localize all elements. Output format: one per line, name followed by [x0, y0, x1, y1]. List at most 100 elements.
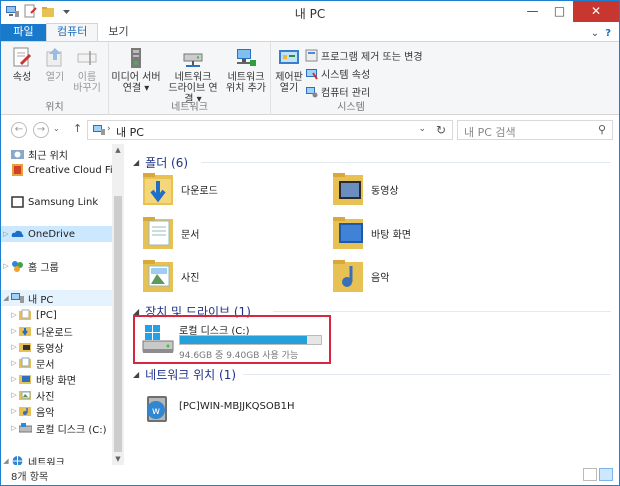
computer-management-button[interactable]: 컴퓨터 관리 [305, 84, 370, 99]
nav-item-creative-cloud[interactable]: Creative Cloud Fi [1, 162, 113, 178]
expand-chevron-icon[interactable]: ▷ [1, 230, 11, 238]
collapse-chevron-icon[interactable]: ◢ [1, 294, 11, 302]
forward-button[interactable]: → [33, 122, 49, 138]
expand-chevron-icon[interactable]: ▷ [9, 311, 19, 319]
nav-item-pictures[interactable]: ▷ 사진 [1, 387, 113, 403]
tab-file[interactable]: 파일 [1, 24, 46, 41]
nav-item-local-disk[interactable]: ▷ 로컬 디스크 (C:) [1, 420, 113, 436]
tab-view[interactable]: 보기 [98, 24, 138, 41]
media-server-button[interactable]: 미디어 서버 연결 ▾ [111, 46, 161, 94]
pc-folder-icon [19, 309, 32, 321]
maximize-button[interactable]: □ [546, 1, 573, 22]
uninstall-icon [305, 49, 318, 62]
address-history-chevron-icon[interactable]: ⌄ [418, 124, 426, 134]
nav-item-label: 홈 그룹 [28, 262, 59, 274]
rename-button[interactable]: 이름 바꾸기 [71, 46, 103, 94]
help-button[interactable]: ? [605, 28, 611, 39]
group-divider [201, 162, 611, 163]
minimize-button[interactable]: — [519, 1, 546, 22]
expand-chevron-icon[interactable]: ▷ [1, 262, 11, 270]
expand-chevron-icon[interactable]: ▷ [9, 391, 19, 399]
add-network-location-button[interactable]: 네트워크 위치 추가 [223, 46, 269, 94]
details-view-icon[interactable] [583, 468, 597, 481]
map-network-drive-button[interactable]: 네트워크 드라이브 연결 ▾ [165, 46, 221, 105]
folder-downloads[interactable]: 다운로드 [125, 169, 275, 209]
folder-music[interactable]: 음악 [315, 256, 465, 296]
expand-chevron-icon[interactable]: ▷ [9, 407, 19, 415]
collapse-caret-icon[interactable]: ◢ [133, 158, 139, 167]
uninstall-program-button[interactable]: 프로그램 제거 또는 변경 [305, 48, 423, 63]
expand-chevron-icon[interactable]: ▷ [9, 343, 19, 351]
tab-computer[interactable]: 컴퓨터 [46, 23, 99, 41]
breadcrumb-separator-icon[interactable]: › [107, 124, 111, 134]
media-server-label-line1: 미디어 서버 [111, 72, 161, 83]
nav-item-network[interactable]: ◢ 네트워크 [1, 453, 113, 465]
ribbon-group-location: 속성 열기 이름 바꾸기 위치 [1, 42, 109, 115]
collapse-caret-icon[interactable]: ◢ [133, 370, 139, 379]
nav-item-label: 네트워크 [28, 457, 65, 466]
nav-item-homegroup[interactable]: ▷ 홈 그룹 [1, 258, 113, 274]
control-panel-button[interactable]: 제어판 열기 [273, 46, 305, 94]
title-bar: 내 PC — □ ✕ [1, 1, 619, 24]
nav-item-samsung-link[interactable]: Samsung Link [1, 194, 113, 210]
folder-label: 사진 [181, 273, 200, 284]
network-location-icon: w [143, 394, 173, 429]
nav-item-downloads[interactable]: ▷ 다운로드 [1, 323, 113, 339]
expand-chevron-icon[interactable]: ▷ [9, 359, 19, 367]
local-disk-c-drive[interactable]: 로컬 디스크 (C:) 94.6GB 중 9.40GB 사용 가능 [141, 319, 331, 363]
nav-item-label: 사진 [36, 391, 55, 403]
folder-videos[interactable]: 동영상 [315, 169, 465, 209]
recent-locations-chevron-icon[interactable]: ⌄ [53, 124, 60, 133]
nav-item-pc[interactable]: ▷ [PC] [1, 307, 113, 323]
up-button[interactable]: ↑ [73, 122, 82, 135]
nav-pane-scrollbar[interactable]: ▲ ▼ [112, 144, 124, 465]
refresh-icon[interactable]: ↻ [436, 123, 446, 137]
nav-item-documents[interactable]: ▷ 문서 [1, 355, 113, 371]
nav-item-recent[interactable]: 최근 위치 [1, 146, 113, 162]
nav-item-label: Creative Cloud Fi [28, 164, 113, 176]
expand-chevron-icon[interactable]: ▷ [9, 327, 19, 335]
nav-item-onedrive[interactable]: ▷ OneDrive [1, 226, 113, 242]
nav-item-label: 다운로드 [36, 327, 73, 339]
network-location-item[interactable]: w [PC]WIN-MBJJKQSOB1H [141, 394, 341, 426]
control-panel-icon [277, 46, 301, 70]
scroll-up-arrow-icon[interactable]: ▲ [112, 146, 124, 154]
network-location-label: [PC]WIN-MBJJKQSOB1H [179, 401, 295, 412]
windows-drive-icon [141, 323, 175, 360]
scrollbar-thumb[interactable] [114, 196, 122, 452]
nav-item-music[interactable]: ▷ 음악 [1, 403, 113, 419]
add-network-location-icon [234, 46, 258, 70]
back-button[interactable]: ← [11, 122, 27, 138]
close-button[interactable]: ✕ [573, 1, 619, 22]
nav-item-videos[interactable]: ▷ 동영상 [1, 339, 113, 355]
folder-documents[interactable]: 문서 [125, 213, 275, 253]
search-box[interactable]: 내 PC 검색 ⚲ [457, 120, 613, 140]
scroll-down-arrow-icon[interactable]: ▼ [112, 455, 124, 463]
properties-button[interactable]: 속성 [7, 46, 37, 83]
expand-chevron-icon[interactable]: ▷ [9, 424, 19, 432]
expand-chevron-icon[interactable]: ◢ [1, 457, 11, 465]
drive-usage-fill [180, 336, 307, 344]
address-path[interactable]: 내 PC [116, 124, 144, 140]
group-header-network[interactable]: ◢ 네트워크 위치 (1) [133, 366, 236, 383]
tiles-view-icon[interactable] [599, 468, 613, 481]
network-drive-icon [181, 46, 205, 70]
nav-item-this-pc[interactable]: ◢ 내 PC [1, 290, 113, 306]
system-properties-label: 시스템 속성 [321, 70, 371, 81]
media-server-label-line2: 연결 ▾ [122, 83, 150, 94]
folder-desktop[interactable]: 바탕 화면 [315, 213, 465, 253]
search-icon[interactable]: ⚲ [598, 123, 606, 136]
expand-chevron-icon[interactable]: ▷ [9, 375, 19, 383]
address-bar[interactable]: › 내 PC ⌄ ↻ [87, 120, 453, 140]
system-properties-icon [305, 67, 318, 80]
view-toggle [583, 468, 613, 481]
documents-folder-icon [141, 213, 175, 251]
ribbon-expand-chevron-icon[interactable]: ⌄ [591, 28, 599, 39]
music-folder-icon [331, 256, 365, 294]
recent-places-icon [11, 148, 24, 160]
open-button[interactable]: 열기 [41, 46, 69, 83]
nav-item-desktop[interactable]: ▷ 바탕 화면 [1, 371, 113, 387]
system-properties-button[interactable]: 시스템 속성 [305, 66, 370, 81]
folder-pictures[interactable]: 사진 [125, 256, 275, 296]
nav-item-label: 바탕 화면 [36, 375, 76, 387]
